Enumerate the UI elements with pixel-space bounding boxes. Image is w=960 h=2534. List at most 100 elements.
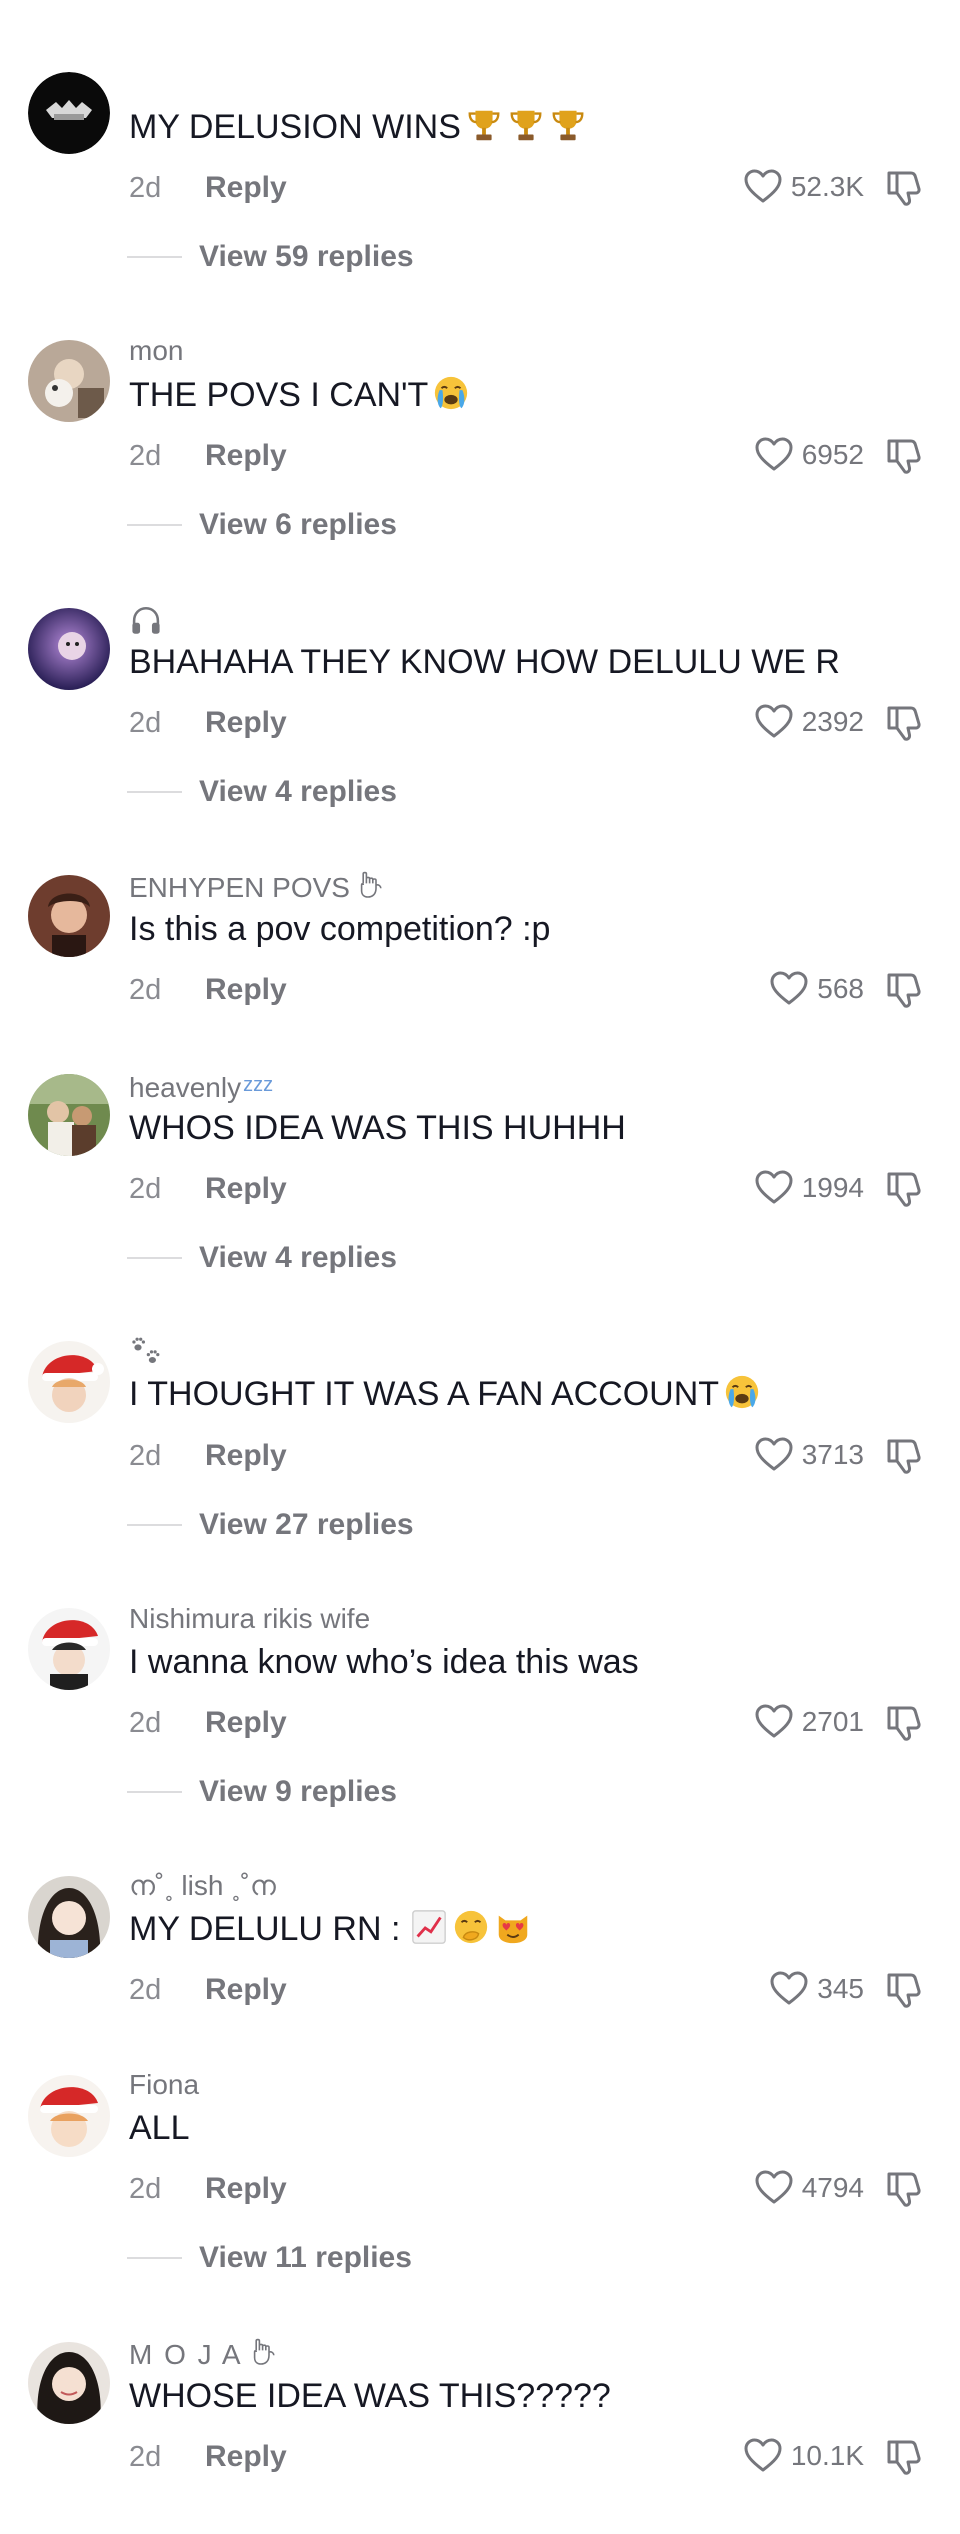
view-replies-label: View 4 replies — [199, 1241, 397, 1274]
loudly-crying-face-emoji-icon — [432, 374, 470, 412]
username[interactable]: ENHYPEN POVS — [129, 872, 350, 903]
avatar[interactable] — [28, 875, 110, 957]
like-button[interactable]: 6952 — [754, 435, 864, 475]
dislike-icon[interactable] — [884, 970, 924, 1010]
avatar[interactable] — [28, 72, 110, 154]
divider — [127, 1524, 182, 1526]
divider — [127, 1791, 182, 1793]
reply-button[interactable]: Reply — [205, 973, 287, 1007]
comment-text: WHOSE IDEA WAS THIS????? — [129, 2375, 611, 2417]
dislike-icon[interactable] — [884, 1703, 924, 1743]
reply-button[interactable]: Reply — [205, 2172, 287, 2206]
avatar[interactable] — [28, 1608, 110, 1690]
pinky-promise-icon — [249, 2336, 281, 2368]
avatar[interactable] — [28, 1341, 110, 1423]
comment-text-body: THE POVS I CAN'T — [129, 376, 429, 414]
like-button[interactable]: 10.1K — [743, 2436, 864, 2476]
comment-timestamp: 2d — [129, 1173, 162, 1205]
comment-timestamp: 2d — [129, 707, 162, 739]
reply-button[interactable]: Reply — [205, 1172, 287, 1206]
comment-timestamp: 2d — [129, 974, 162, 1006]
comment-text-body: BHAHAHA THEY KNOW HOW DELULU WE R — [129, 643, 840, 681]
divider — [127, 791, 182, 793]
smiling-cat-heart-eyes-emoji-icon — [494, 1908, 532, 1946]
like-button[interactable]: 568 — [769, 969, 864, 1009]
dislike-icon[interactable] — [884, 2437, 924, 2477]
dislike-icon[interactable] — [884, 168, 924, 208]
like-count: 10.1K — [790, 2440, 864, 2471]
comment-text-body: I THOUGHT IT WAS A FAN ACCOUNT — [129, 1375, 720, 1413]
like-count: 3713 — [801, 1439, 864, 1470]
comment-timestamp: 2d — [129, 1440, 162, 1472]
view-replies-label: View 59 replies — [199, 240, 414, 273]
dislike-icon[interactable] — [884, 2169, 924, 2209]
heart-icon — [754, 1435, 794, 1475]
username[interactable]: ന˚˳ lish ˳˚ന — [129, 1869, 276, 1903]
comment-text: THE POVS I CAN'T — [129, 374, 470, 416]
username[interactable]: M O J A — [129, 2339, 243, 2370]
like-count: 345 — [817, 1973, 864, 2004]
like-count: 568 — [817, 973, 864, 1004]
avatar[interactable] — [28, 1876, 110, 1958]
comment-text-body: I wanna know who’s idea this was — [129, 1643, 639, 1681]
reply-button[interactable]: Reply — [205, 706, 287, 740]
comment-text-body: MY DELUSION WINS — [129, 108, 461, 146]
view-replies-button[interactable]: View 11 replies — [127, 2241, 412, 2275]
view-replies-button[interactable]: View 27 replies — [127, 1508, 414, 1542]
reply-button[interactable]: Reply — [205, 439, 287, 473]
username[interactable]: mon — [129, 334, 183, 368]
dislike-icon[interactable] — [884, 703, 924, 743]
reply-button[interactable]: Reply — [205, 1706, 287, 1740]
like-count: 4794 — [801, 2172, 864, 2203]
trophy-emoji-icon — [465, 106, 503, 144]
like-count: 2701 — [801, 1706, 864, 1737]
like-button[interactable]: 3713 — [754, 1435, 864, 1475]
heart-icon — [769, 1969, 809, 2009]
reply-button[interactable]: Reply — [205, 2440, 287, 2474]
avatar[interactable] — [28, 340, 110, 422]
divider — [127, 524, 182, 526]
heart-icon — [754, 702, 794, 742]
username-row: heavenly zzz — [129, 1068, 273, 1105]
avatar[interactable] — [28, 2075, 110, 2157]
avatar[interactable] — [28, 608, 110, 690]
comment-text-body: WHOSE IDEA WAS THIS????? — [129, 2377, 611, 2415]
dislike-icon[interactable] — [884, 436, 924, 476]
reply-button[interactable]: Reply — [205, 171, 287, 205]
dislike-icon[interactable] — [884, 1970, 924, 2010]
username-row: ENHYPEN POVS — [129, 869, 388, 905]
username[interactable]: heavenly — [129, 1072, 241, 1103]
like-count: 2392 — [801, 706, 864, 737]
view-replies-button[interactable]: View 6 replies — [127, 508, 397, 542]
comment-text-body: ALL — [129, 2109, 190, 2147]
avatar[interactable] — [28, 2342, 110, 2424]
username[interactable]: Fiona — [129, 2068, 199, 2102]
view-replies-label: View 27 replies — [199, 1508, 414, 1541]
face-with-hand-over-mouth-emoji-icon — [452, 1908, 490, 1946]
like-button[interactable]: 2701 — [754, 1702, 864, 1742]
dislike-icon[interactable] — [884, 1169, 924, 1209]
reply-button[interactable]: Reply — [205, 1973, 287, 2007]
like-count: 52.3K — [790, 171, 864, 202]
like-button[interactable]: 345 — [769, 1969, 864, 2009]
pinky-promise-icon — [356, 869, 388, 901]
like-button[interactable]: 52.3K — [743, 167, 864, 207]
heart-icon — [754, 435, 794, 475]
like-button[interactable]: 2392 — [754, 702, 864, 742]
like-button[interactable]: 1994 — [754, 1168, 864, 1208]
view-replies-button[interactable]: View 4 replies — [127, 1241, 397, 1275]
dislike-icon[interactable] — [884, 1436, 924, 1476]
like-button[interactable]: 4794 — [754, 2168, 864, 2208]
avatar[interactable] — [28, 1074, 110, 1156]
reply-button[interactable]: Reply — [205, 1439, 287, 1473]
comment-text-body: Is this a pov competition? :p — [129, 910, 551, 948]
chart-increasing-emoji-icon — [410, 1908, 448, 1946]
username-row: M O J A — [129, 2336, 281, 2372]
view-replies-button[interactable]: View 59 replies — [127, 240, 414, 274]
view-replies-button[interactable]: View 9 replies — [127, 1775, 397, 1809]
heart-icon — [743, 2436, 783, 2476]
view-replies-label: View 4 replies — [199, 775, 397, 808]
view-replies-button[interactable]: View 4 replies — [127, 775, 397, 809]
username[interactable]: Nishimura rikis wife — [129, 1602, 370, 1636]
comment-timestamp: 2d — [129, 2441, 162, 2473]
